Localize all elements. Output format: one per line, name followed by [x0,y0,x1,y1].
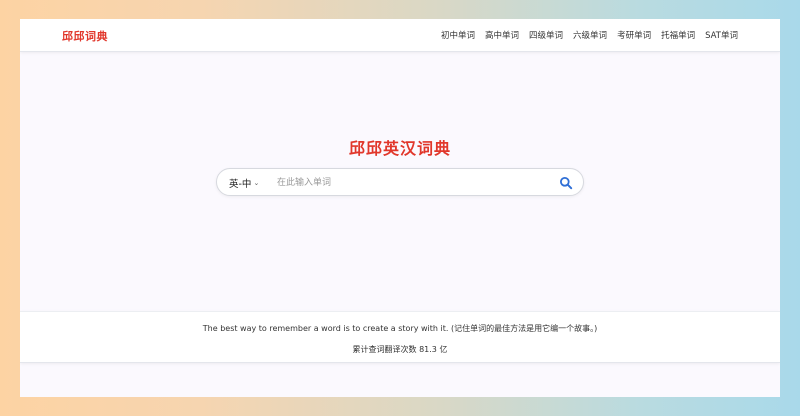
language-select[interactable]: 英-中 ⌄ [229,176,259,190]
language-select-label: 英-中 [229,179,252,190]
top-navbar: 邱邱词典 初中单词 高中单词 四级单词 六级单词 考研单词 托福单词 SAT单词 [20,19,780,52]
search-input[interactable] [275,172,549,194]
chevron-down-icon: ⌄ [253,179,260,187]
search-icon[interactable] [559,175,573,190]
nav-item-sat[interactable]: SAT单词 [705,29,738,41]
nav-item-toefl[interactable]: 托福单词 [661,29,695,41]
search-bar: 英-中 ⌄ [216,168,584,196]
site-logo[interactable]: 邱邱词典 [62,28,108,44]
nav-item-senior-high[interactable]: 高中单词 [485,29,519,41]
nav-item-junior-high[interactable]: 初中单词 [441,29,475,41]
memory-tip: The best way to remember a word is to cr… [202,324,598,333]
page-title: 邱邱英汉词典 [348,139,451,158]
lookup-count: 累计查词翻译次数 81.3 亿 [352,345,448,354]
main-nav: 初中单词 高中单词 四级单词 六级单词 考研单词 托福单词 SAT单词 [441,29,738,41]
nav-item-cet4[interactable]: 四级单词 [529,29,563,41]
nav-item-postgrad[interactable]: 考研单词 [617,29,651,41]
app-window: 邱邱词典 初中单词 高中单词 四级单词 六级单词 考研单词 托福单词 SAT单词… [20,19,780,397]
footer-panel: The best way to remember a word is to cr… [20,311,780,363]
nav-item-cet6[interactable]: 六级单词 [573,29,607,41]
